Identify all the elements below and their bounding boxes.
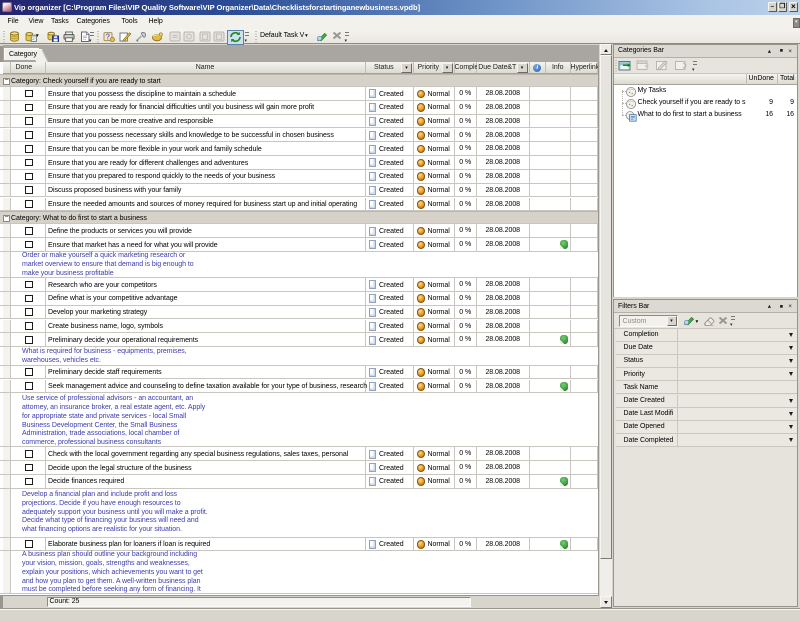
svg-text:?: ?: [105, 32, 110, 41]
